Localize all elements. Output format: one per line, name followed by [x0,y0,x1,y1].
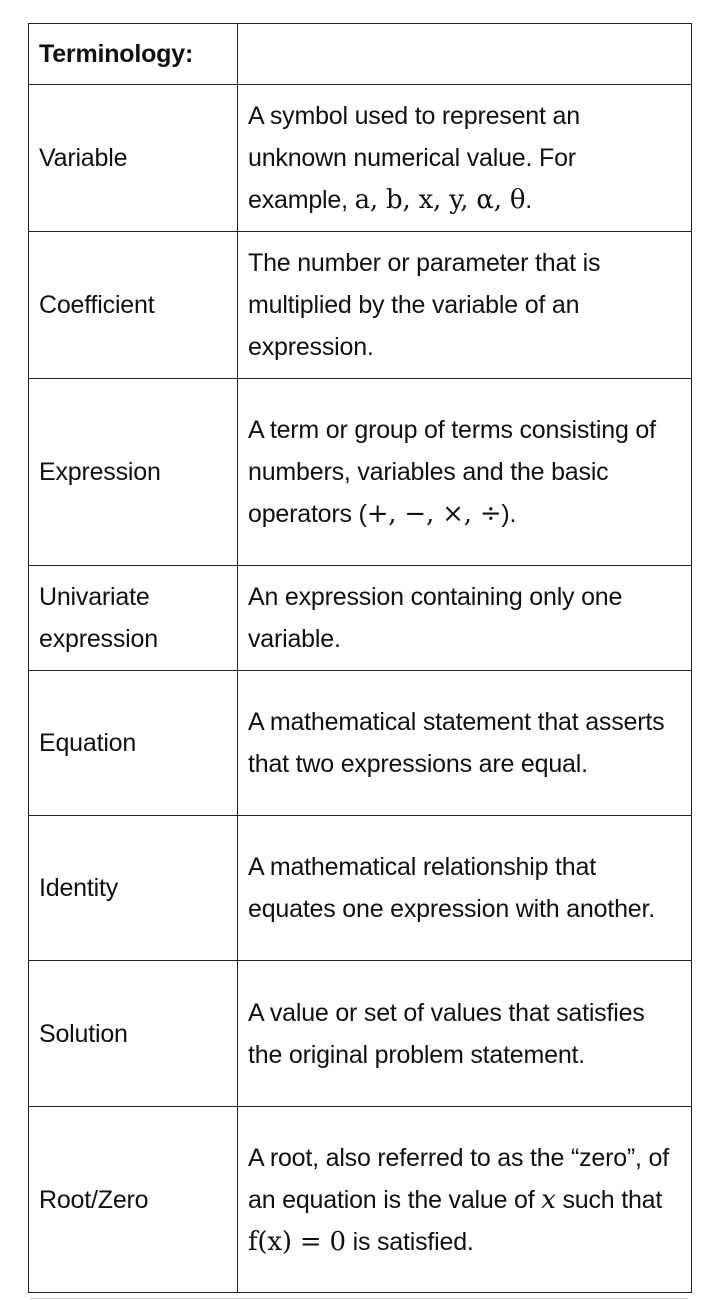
definition-text: A mathematical statement that asserts th… [248,708,665,778]
definition-cell: An expression containing only one variab… [237,565,692,671]
definition-text: A mathematical relationship that equates… [248,853,655,923]
definition-text: An expression containing only one variab… [248,583,623,653]
term-cell: Coefficient [28,231,238,379]
bottom-divider [30,1298,687,1299]
terminology-table: Terminology: Variable A symbol used to r… [28,23,692,1293]
term-cell: Expression [28,378,238,566]
definition-cell: A root, also referred to as the “zero”, … [237,1106,692,1293]
definition-text: A value or set of values that satisfies … [248,998,645,1069]
definition-cell: A term or group of terms consisting of n… [237,378,692,566]
math-equation: f(x) = 0 [248,1226,346,1257]
definition-cell: A symbol used to represent an unknown nu… [237,84,692,232]
table-row: Univariate expression An expression cont… [28,565,692,671]
definition-cell: A mathematical relationship that equates… [237,815,692,961]
term-cell: Identity [28,815,238,961]
header-row: Terminology: [28,23,692,85]
table-row: Variable A symbol used to represent an u… [28,84,692,232]
definition-text-end: is satisfied. [345,1227,474,1256]
math-expression: a, b, x, y, α, θ [354,185,526,215]
math-variable: x [541,1184,556,1215]
term-cell: Variable [28,84,238,232]
table-row: Solution A value or set of values that s… [28,960,692,1107]
table-row: Coefficient The number or parameter that… [28,231,692,379]
definition-cell: A mathematical statement that asserts th… [237,670,692,816]
term-cell: Equation [28,670,238,816]
term-cell: Solution [28,960,238,1107]
table-row: Equation A mathematical statement that a… [28,670,692,816]
header-definition-cell [237,23,692,85]
definition-cell: The number or parameter that is multipli… [237,231,692,379]
definition-text-end: . [525,186,533,214]
definition-text: The number or parameter that is multipli… [248,249,601,361]
math-expression: +, −, ×, ÷ [366,499,502,529]
table-row: Identity A mathematical relationship tha… [28,815,692,961]
math-variable-x: x [541,1184,556,1215]
definition-text-middle: such that [555,1185,663,1214]
definition-text-end: ). [501,500,517,528]
definition-cell: A value or set of values that satisfies … [237,960,692,1107]
table-row: Expression A term or group of terms cons… [28,378,692,566]
table-row: Root/Zero A root, also referred to as th… [28,1106,692,1293]
term-cell: Root/Zero [28,1106,238,1293]
header-term-cell: Terminology: [28,23,238,85]
term-cell: Univariate expression [28,565,238,671]
